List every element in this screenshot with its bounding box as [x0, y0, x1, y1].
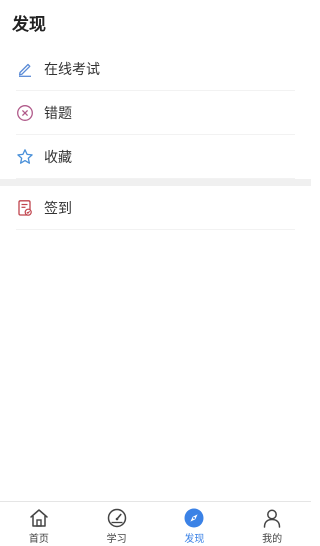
tab-home[interactable]: 首页 [0, 502, 78, 546]
menu-group-main: 在线考试 错题 收藏 [0, 47, 311, 179]
header: 发现 [0, 0, 311, 44]
user-icon [261, 507, 283, 529]
menu-group-secondary: 签到 [0, 186, 311, 230]
section-divider [0, 179, 311, 186]
menu-item-favorites[interactable]: 收藏 [16, 135, 295, 179]
menu-item-wrong-questions[interactable]: 错题 [16, 91, 295, 135]
menu-item-checkin[interactable]: 签到 [16, 186, 295, 230]
tab-discover[interactable]: 发现 [156, 502, 234, 546]
circle-x-icon [16, 104, 34, 122]
page-title: 发现 [12, 14, 46, 35]
compass-icon [183, 507, 205, 529]
menu-item-label: 收藏 [44, 149, 72, 166]
tab-label: 学习 [106, 534, 127, 545]
speedometer-icon [106, 507, 128, 529]
star-outline-icon [16, 148, 34, 166]
tab-study[interactable]: 学习 [78, 502, 156, 546]
tab-label: 发现 [184, 534, 205, 545]
tab-mine[interactable]: 我的 [233, 502, 311, 546]
menu-item-label: 错题 [44, 105, 72, 122]
tab-label: 我的 [262, 534, 283, 545]
tab-label: 首页 [28, 534, 49, 545]
checkin-document-icon [16, 199, 34, 217]
menu-item-label: 在线考试 [44, 61, 100, 78]
pencil-icon [16, 60, 34, 78]
bottom-tab-bar: 首页 学习 发现 我的 [0, 501, 311, 546]
menu-item-label: 签到 [44, 200, 72, 217]
home-icon [28, 507, 50, 529]
menu-item-online-exam[interactable]: 在线考试 [16, 47, 295, 91]
